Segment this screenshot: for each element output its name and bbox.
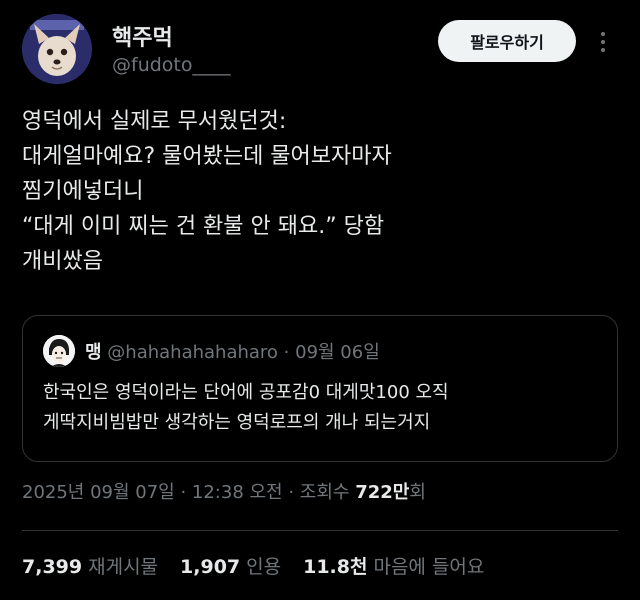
quote-author-name: 맹 bbox=[85, 342, 102, 363]
quote-text-line: 한국인은 영덕이라는 단어에 공포감0 대게맛100 오직 bbox=[43, 382, 449, 403]
tweet-text-line: 영덕에서 실제로 무서웠던것: bbox=[22, 109, 287, 134]
quotes-count: 1,907 bbox=[180, 556, 241, 578]
quote-author-avatar bbox=[43, 335, 75, 367]
quotes-stat[interactable]: 1,907 인용 bbox=[180, 552, 281, 579]
tweet-meta-line: 2025년 09월 07일 · 12:38 오전 · 조회수 722만회 bbox=[22, 478, 426, 504]
engagement-stats: 7,399 재게시물 1,907 인용 11.8천 마음에 들어요 bbox=[22, 552, 484, 579]
reposts-stat[interactable]: 7,399 재게시물 bbox=[22, 552, 158, 579]
follow-button[interactable]: 팔로우하기 bbox=[438, 20, 576, 62]
author-handle[interactable]: @fudoto____ bbox=[112, 54, 231, 76]
tweet: 핵주먹 @fudoto____ 팔로우하기 영덕에서 실제로 무서웠던것: 대게… bbox=[0, 0, 640, 600]
reposts-label: 재게시물 bbox=[88, 556, 159, 578]
tweet-text-line: 찜기에넣더니 bbox=[22, 179, 144, 204]
quotes-label: 인용 bbox=[246, 556, 282, 578]
quoted-tweet-card[interactable]: 맹 @hahahahahaharo · 09월 06일 한국인은 영덕이라는 단… bbox=[22, 315, 618, 462]
quote-text: 한국인은 영덕이라는 단어에 공포감0 대게맛100 오직 게딱지비빔밥만 생각… bbox=[43, 378, 603, 438]
tweet-text: 영덕에서 실제로 무서웠던것: 대게얼마예요? 물어봤는데 물어보자마자 찜기에… bbox=[22, 104, 622, 279]
author-avatar[interactable] bbox=[22, 14, 92, 84]
quote-author-meta: @hahahahahaharo · 09월 06일 bbox=[107, 342, 380, 363]
tweet-text-line: “대게 이미 찌는 건 환불 안 돼요.” 당함 bbox=[22, 214, 385, 239]
tweet-text-line: 대게얼마예요? 물어봤는데 물어보자마자 bbox=[22, 144, 392, 169]
reposts-count: 7,399 bbox=[22, 556, 83, 578]
likes-stat[interactable]: 11.8천 마음에 들어요 bbox=[303, 552, 484, 579]
tweet-text-line: 개비쌌음 bbox=[22, 249, 103, 274]
divider bbox=[22, 530, 618, 531]
more-vertical-icon[interactable] bbox=[596, 28, 610, 56]
quote-text-line: 게딱지비빔밥만 생각하는 영덕로프의 개나 되는거지 bbox=[43, 412, 431, 433]
quote-header: 맹 @hahahahahaharo · 09월 06일 bbox=[85, 338, 380, 364]
likes-count: 11.8천 bbox=[303, 556, 368, 578]
likes-label: 마음에 들어요 bbox=[373, 556, 485, 578]
views-count: 722만 bbox=[355, 482, 410, 503]
views-suffix: 회 bbox=[409, 482, 426, 503]
author-display-name[interactable]: 핵주먹 bbox=[112, 20, 173, 52]
tweet-timestamp[interactable]: 2025년 09월 07일 · 12:38 오전 · 조회수 bbox=[22, 482, 355, 503]
